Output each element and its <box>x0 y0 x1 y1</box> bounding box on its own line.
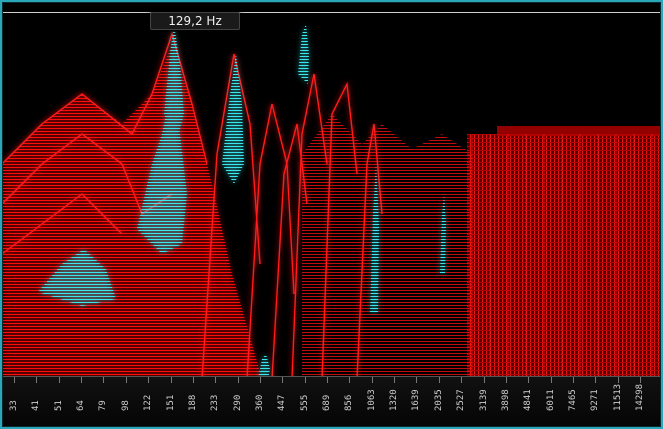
axis-tick-label: 689 <box>322 394 332 411</box>
axis-tick-mark <box>416 377 417 383</box>
axis-tick-mark <box>640 377 641 383</box>
axis-tick-mark <box>148 377 149 383</box>
axis-tick-mark <box>171 377 172 383</box>
axis-tick-mark <box>349 377 350 383</box>
axis-tick-label: 4841 <box>523 389 533 411</box>
axis-tick-mark <box>14 377 15 383</box>
axis-tick-label: 41 <box>31 400 41 411</box>
axis-tick-mark <box>305 377 306 383</box>
axis-tick-label: 64 <box>76 400 86 411</box>
axis-tick-mark <box>551 377 552 383</box>
spectrum-plot[interactable] <box>2 14 661 379</box>
axis-tick-mark <box>394 377 395 383</box>
axis-tick-mark <box>36 377 37 383</box>
axis-tick-label: 290 <box>233 394 243 411</box>
axis-tick-mark <box>528 377 529 383</box>
axis-tick-label: 233 <box>210 394 220 411</box>
axis-tick-label: 3898 <box>501 389 511 411</box>
axis-tick-mark <box>238 377 239 383</box>
axis-tick-mark <box>461 377 462 383</box>
axis-tick-label: 3139 <box>479 389 489 411</box>
axis-tick-mark <box>327 377 328 383</box>
axis-tick-mark <box>215 377 216 383</box>
axis-tick-mark <box>595 377 596 383</box>
axis-tick-label: 856 <box>344 394 354 411</box>
axis-tick-label: 447 <box>277 394 287 411</box>
axis-tick-mark <box>484 377 485 383</box>
axis-tick-label: 555 <box>300 394 310 411</box>
axis-tick-mark <box>260 377 261 383</box>
axis-tick-label: 1320 <box>389 389 399 411</box>
axis-tick-label: 360 <box>255 394 265 411</box>
axis-tick-label: 151 <box>166 394 176 411</box>
axis-tick-label: 9271 <box>590 389 600 411</box>
axis-tick-label: 2035 <box>434 389 444 411</box>
axis-tick-mark <box>573 377 574 383</box>
frequency-axis: 33 41 51 64 79 98 122 151 188 233 290 360 447 555 689 8… <box>2 376 661 427</box>
axis-tick-mark <box>282 377 283 383</box>
axis-tick-label: 33 <box>9 400 19 411</box>
axis-tick-label: 79 <box>98 400 108 411</box>
spectrum-analyzer-window: 129,2 Hz 33 41 51 64 79 98 122 151 188 233 290 360 4… <box>0 0 663 429</box>
axis-tick-label: 2527 <box>456 389 466 411</box>
axis-tick-mark <box>81 377 82 383</box>
axis-tick-label: 51 <box>54 400 64 411</box>
axis-tick-mark <box>372 377 373 383</box>
axis-tick-label: 188 <box>188 394 198 411</box>
high-band-top <box>497 126 661 136</box>
axis-tick-mark <box>618 377 619 383</box>
axis-tick-label: 98 <box>121 400 131 411</box>
axis-tick-label: 1063 <box>367 389 377 411</box>
axis-tick-mark <box>439 377 440 383</box>
axis-tick-label: 1639 <box>411 389 421 411</box>
axis-tick-mark <box>506 377 507 383</box>
axis-tick-mark <box>193 377 194 383</box>
axis-tick-label: 11513 <box>613 383 623 411</box>
top-divider <box>2 12 661 13</box>
frequency-readout: 129,2 Hz <box>150 12 240 30</box>
axis-tick-label: 14298 <box>635 383 645 411</box>
spectrum-graphic <box>2 14 661 379</box>
high-band-block <box>467 134 661 379</box>
axis-tick-label: 122 <box>143 394 153 411</box>
axis-tick-label: 7465 <box>568 389 578 411</box>
axis-tick-label: 6011 <box>546 389 556 411</box>
axis-tick-mark <box>59 377 60 383</box>
axis-tick-mark <box>103 377 104 383</box>
axis-tick-mark <box>126 377 127 383</box>
